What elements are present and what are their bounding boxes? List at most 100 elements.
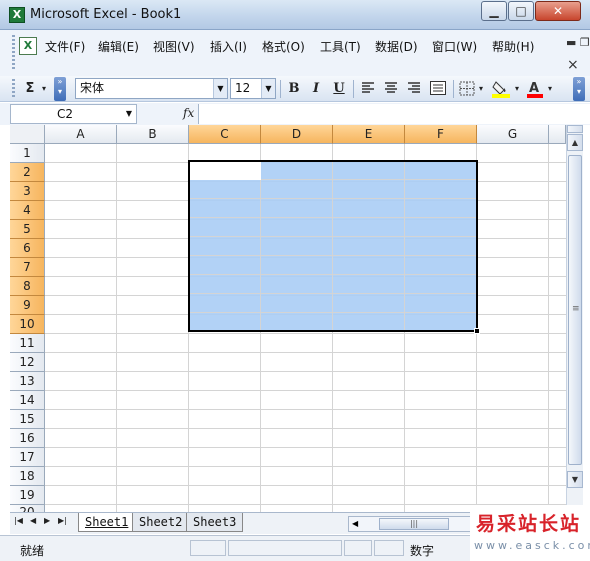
menu-tools[interactable]: 工具(T) bbox=[320, 38, 361, 55]
row-header[interactable]: 9 bbox=[10, 296, 45, 315]
font-color-icon[interactable]: A bbox=[526, 79, 544, 98]
fill-color-icon[interactable] bbox=[491, 79, 511, 98]
row-header[interactable]: 16 bbox=[10, 429, 45, 448]
svg-text:A: A bbox=[529, 81, 539, 96]
maximize-button[interactable]: □ bbox=[508, 1, 534, 21]
row-header[interactable]: 12 bbox=[10, 353, 45, 372]
menu-window[interactable]: 窗口(W) bbox=[432, 38, 477, 55]
formatting-toolbar: Σ ▾ » ▾ 宋体 ▼ 12 ▼ B I U ▾ ▾ A ▾ » ▾ bbox=[0, 76, 590, 102]
column-header[interactable]: C bbox=[189, 125, 261, 144]
workbook-icon[interactable]: X bbox=[19, 37, 37, 55]
sheet-tab-sheet1[interactable]: Sheet1 bbox=[78, 513, 136, 532]
close-button[interactable]: ✕ bbox=[535, 1, 581, 21]
last-sheet-icon[interactable]: ▶| bbox=[58, 516, 67, 525]
column-header-partial[interactable] bbox=[549, 125, 566, 144]
toolbar-options-icon[interactable]: » ▾ bbox=[573, 77, 585, 101]
menu-file[interactable]: 文件(F) bbox=[45, 38, 85, 55]
row-header[interactable]: 15 bbox=[10, 410, 45, 429]
scroll-down-icon[interactable]: ▼ bbox=[567, 471, 583, 488]
fill-color-dropdown-icon[interactable]: ▾ bbox=[513, 79, 521, 99]
minimize-button[interactable]: ▁ bbox=[481, 1, 507, 21]
align-right-icon[interactable] bbox=[407, 82, 421, 95]
menu-format[interactable]: 格式(O) bbox=[262, 38, 305, 55]
next-sheet-icon[interactable]: ▶ bbox=[44, 516, 50, 525]
menu-edit[interactable]: 编辑(E) bbox=[98, 38, 139, 55]
name-box[interactable]: C2 ▼ bbox=[10, 104, 137, 124]
row-header[interactable]: 13 bbox=[10, 372, 45, 391]
name-box-value: C2 bbox=[57, 107, 74, 121]
column-header[interactable]: F bbox=[405, 125, 477, 144]
menu-view[interactable]: 视图(V) bbox=[153, 38, 195, 55]
first-sheet-icon[interactable]: |◀ bbox=[14, 516, 23, 525]
row-header[interactable]: 17 bbox=[10, 448, 45, 467]
menu-grip[interactable] bbox=[12, 35, 15, 71]
row-header[interactable]: 19 bbox=[10, 486, 45, 505]
row-header[interactable]: 4 bbox=[10, 201, 45, 220]
horizontal-scroll-thumb[interactable]: ||| bbox=[379, 518, 449, 530]
scroll-left-icon[interactable]: ◀ bbox=[352, 519, 358, 528]
merge-center-icon[interactable] bbox=[430, 81, 446, 95]
status-pane bbox=[374, 540, 404, 556]
row-header[interactable]: 2 bbox=[10, 163, 45, 182]
autosum-icon[interactable]: Σ bbox=[20, 79, 40, 99]
row-header[interactable]: 8 bbox=[10, 277, 45, 296]
borders-dropdown-icon[interactable]: ▾ bbox=[477, 79, 485, 99]
watermark: 易采站长站 www.easck.com bbox=[470, 505, 590, 561]
autosum-dropdown-icon[interactable]: ▾ bbox=[40, 79, 48, 99]
menu-insert[interactable]: 插入(I) bbox=[210, 38, 247, 55]
row-header[interactable]: 1 bbox=[10, 144, 45, 163]
chevron-down-icon[interactable]: ▼ bbox=[261, 79, 275, 98]
column-header[interactable]: A bbox=[45, 125, 117, 144]
fill-handle[interactable] bbox=[474, 328, 480, 334]
horizontal-scrollbar[interactable]: ◀ ||| bbox=[348, 516, 478, 532]
menu-help[interactable]: 帮助(H) bbox=[492, 38, 534, 55]
row-header[interactable]: 5 bbox=[10, 220, 45, 239]
row-header[interactable]: 11 bbox=[10, 334, 45, 353]
status-num-lock: 数字 bbox=[410, 544, 435, 558]
column-header[interactable]: D bbox=[261, 125, 333, 144]
row-header[interactable]: 18 bbox=[10, 467, 45, 486]
restore-window-icon[interactable]: ▬ ❐ bbox=[566, 36, 590, 49]
italic-button[interactable]: I bbox=[307, 79, 325, 99]
sheet-tab-sheet3[interactable]: Sheet3 bbox=[186, 513, 244, 532]
toolbar-separator bbox=[353, 80, 354, 98]
insert-function-icon[interactable]: fx bbox=[183, 106, 194, 120]
formula-input[interactable] bbox=[198, 104, 590, 124]
selected-range[interactable] bbox=[188, 160, 478, 332]
font-size-select[interactable]: 12 ▼ bbox=[230, 78, 276, 99]
close-workbook-icon[interactable]: × bbox=[567, 57, 579, 73]
previous-sheet-icon[interactable]: ◀ bbox=[30, 516, 36, 525]
sheet-tab-sheet2[interactable]: Sheet2 bbox=[132, 513, 190, 532]
font-color-dropdown-icon[interactable]: ▾ bbox=[546, 79, 554, 99]
column-header[interactable]: E bbox=[333, 125, 405, 144]
vertical-scroll-thumb[interactable]: ≡ bbox=[568, 155, 582, 465]
menu-bar: X 文件(F) 编辑(E) 视图(V) 插入(I) 格式(O) 工具(T) 数据… bbox=[0, 30, 590, 76]
column-header[interactable]: B bbox=[117, 125, 189, 144]
split-handle[interactable] bbox=[567, 125, 583, 133]
toolbar-grip[interactable] bbox=[12, 79, 15, 99]
toolbar-options-icon[interactable]: » ▾ bbox=[54, 77, 66, 101]
watermark-logo-text: 易采站长站 bbox=[476, 513, 582, 535]
font-name-select[interactable]: 宋体 ▼ bbox=[75, 78, 228, 99]
formula-bar: C2 ▼ fx bbox=[0, 103, 590, 125]
select-all-corner[interactable] bbox=[10, 125, 45, 144]
row-header[interactable]: 14 bbox=[10, 391, 45, 410]
row-header[interactable]: 6 bbox=[10, 239, 45, 258]
chevron-down-icon[interactable]: ▼ bbox=[126, 105, 132, 123]
borders-icon[interactable] bbox=[459, 81, 475, 96]
scroll-up-icon[interactable]: ▲ bbox=[567, 134, 583, 151]
active-cell[interactable] bbox=[190, 162, 261, 180]
row-header[interactable]: 7 bbox=[10, 258, 45, 277]
menu-data[interactable]: 数据(D) bbox=[375, 38, 418, 55]
vertical-scrollbar[interactable]: ▲ ≡ ▼ bbox=[566, 125, 583, 509]
row-header[interactable]: 3 bbox=[10, 182, 45, 201]
underline-button[interactable]: U bbox=[330, 79, 348, 99]
bold-button[interactable]: B bbox=[285, 79, 303, 99]
chevron-down-icon[interactable]: ▼ bbox=[213, 79, 227, 98]
row-header[interactable]: 10 bbox=[10, 315, 45, 334]
column-header[interactable]: G bbox=[477, 125, 549, 144]
status-ready-text: 就绪 bbox=[20, 544, 45, 558]
align-left-icon[interactable] bbox=[361, 82, 375, 95]
window-title: Microsoft Excel - Book1 bbox=[30, 7, 182, 22]
align-center-icon[interactable] bbox=[384, 82, 398, 95]
